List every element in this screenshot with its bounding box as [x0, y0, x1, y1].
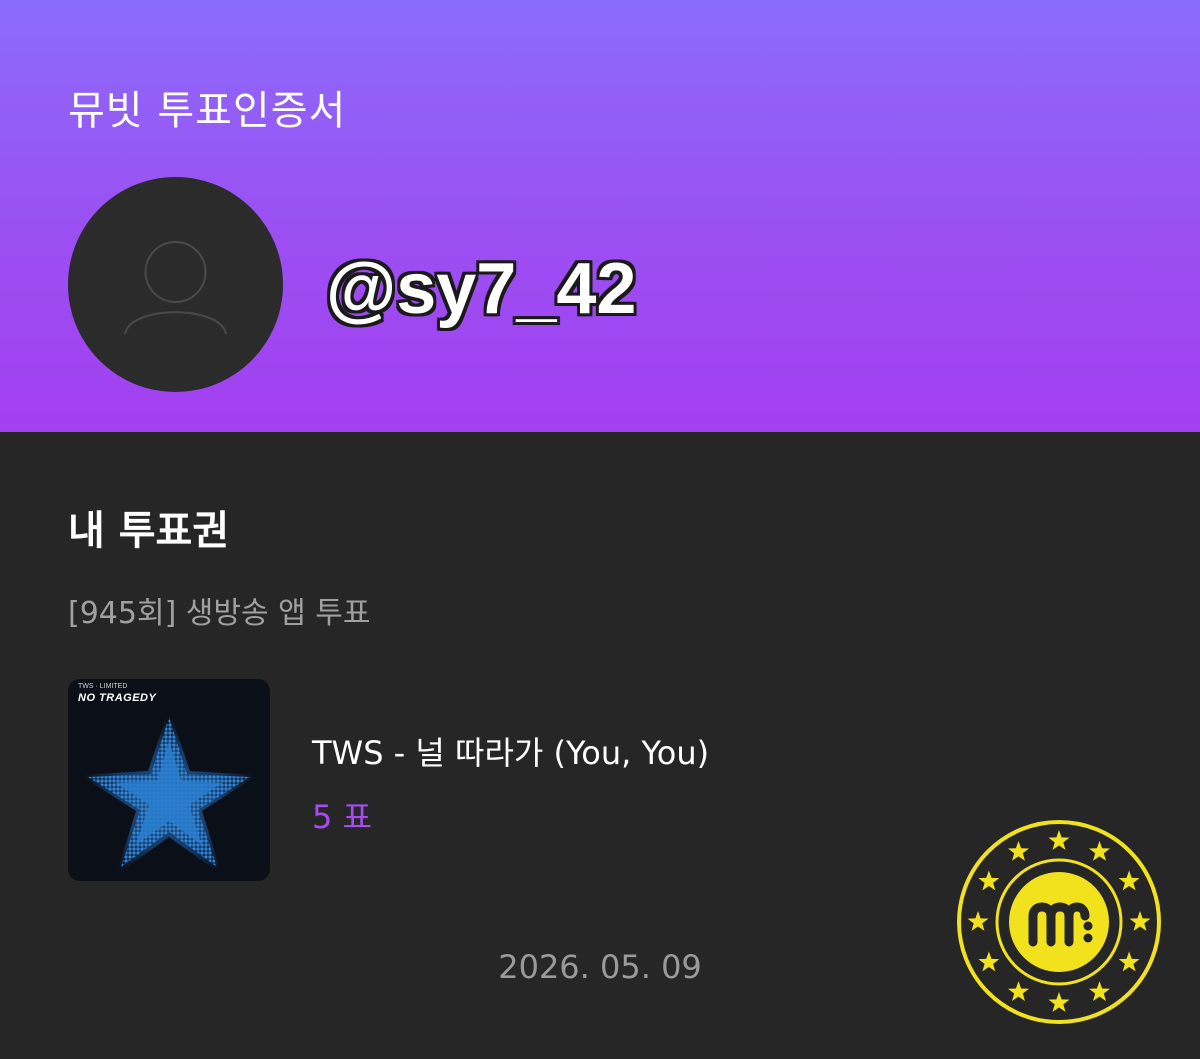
page-title: 뮤빗 투표인증서: [68, 88, 347, 134]
seal-star-icon: [1048, 830, 1070, 850]
seal-star-icon: [1008, 981, 1029, 1001]
seal-star-icon: [978, 951, 1000, 972]
seal-star-icon: [1089, 840, 1110, 861]
song-title: TWS - 널 따라가 (You, You): [312, 734, 710, 772]
episode-label: [945회] 생방송 앱 투표: [68, 596, 371, 631]
album-label: NO TRAGEDY: [78, 692, 157, 704]
seal-star-icon: [1048, 992, 1070, 1012]
username: @sy7_42: [326, 249, 637, 329]
star-artwork-icon: [80, 709, 258, 875]
seal-star-icon: [1118, 870, 1140, 891]
seal-star-icon: [1118, 951, 1140, 972]
avatar: [68, 177, 283, 392]
seal-star-icon: [978, 870, 1000, 891]
seal-star-icon: [1089, 981, 1110, 1001]
user-silhouette-icon: [124, 241, 227, 335]
seal-star-icon: [1008, 840, 1029, 861]
album-tag: TWS · LIMITED: [78, 683, 128, 690]
album-cover: TWS · LIMITED NO TRAGEDY: [68, 679, 270, 881]
section-title: 내 투표권: [68, 508, 230, 554]
seal-star-icon: [967, 911, 989, 931]
certificate-header: 뮤빗 투표인증서 @sy7_42: [0, 0, 1200, 432]
vote-count: 5 표: [312, 798, 372, 836]
mubeat-seal-icon: [957, 820, 1161, 1024]
seal-star-icon: [1129, 911, 1151, 931]
